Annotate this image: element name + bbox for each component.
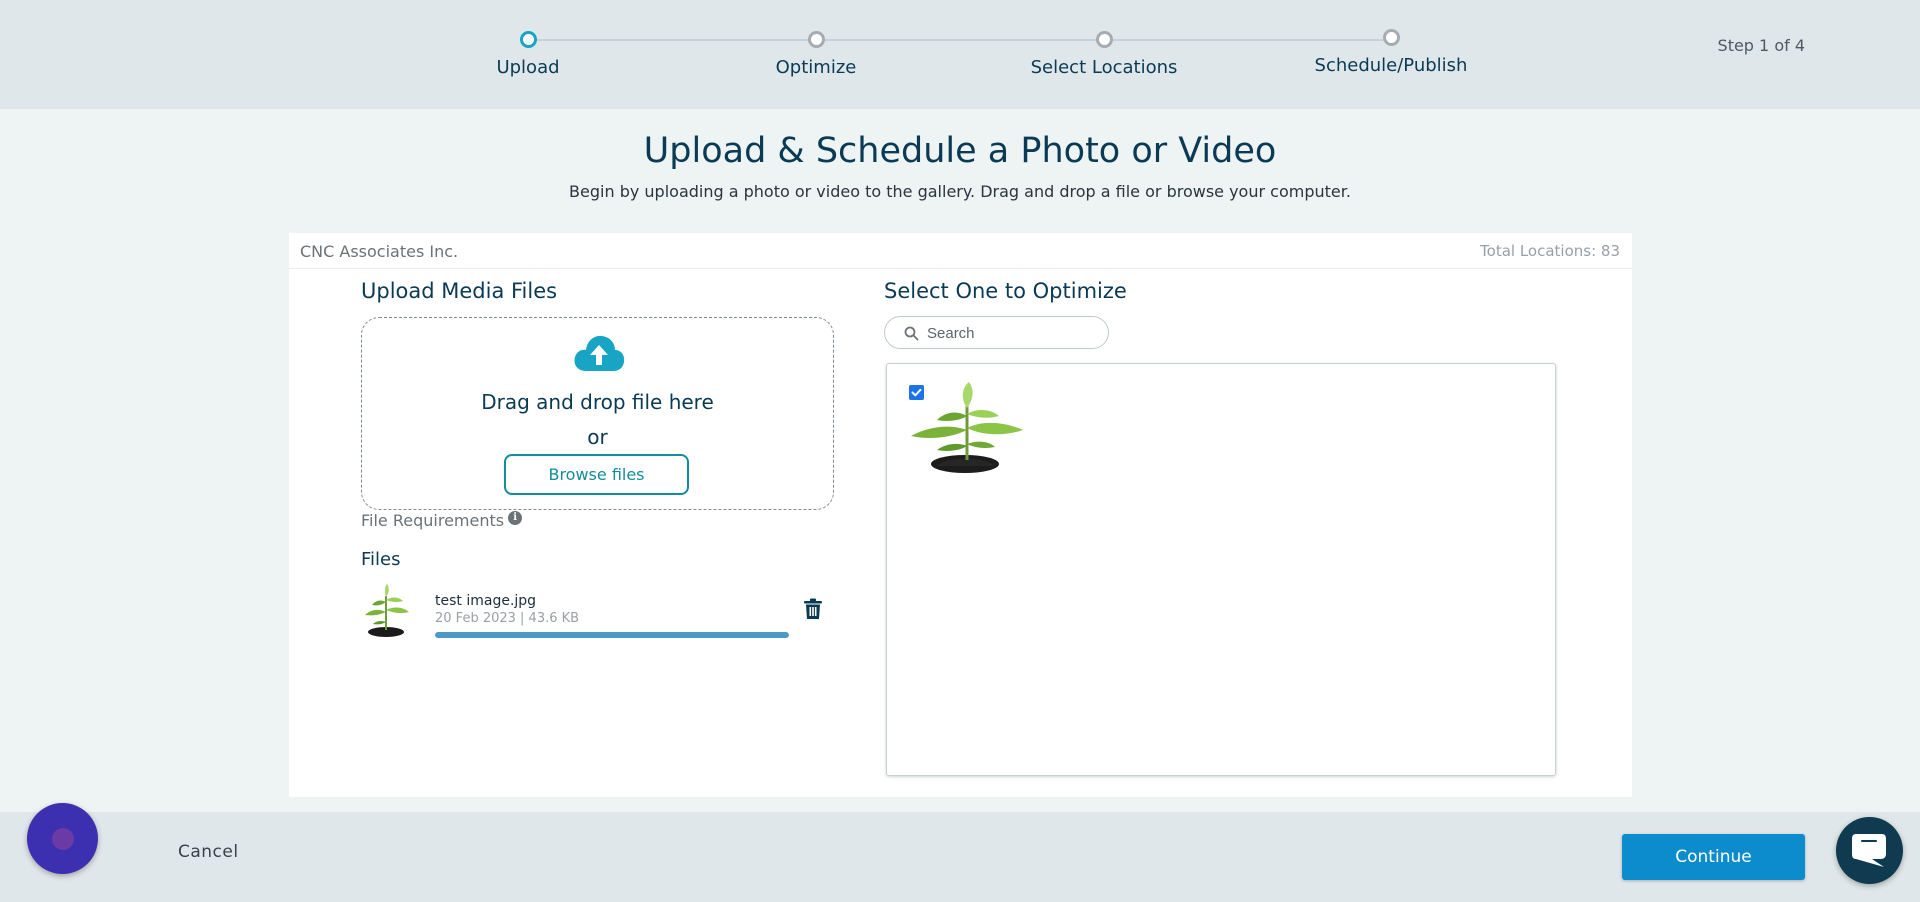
browse-files-button[interactable]: Browse files (504, 454, 689, 495)
continue-button[interactable]: Continue (1622, 834, 1805, 880)
organization-name: CNC Associates Inc. (300, 242, 459, 261)
checkmark-icon (911, 388, 922, 397)
card-header: CNC Associates Inc. Total Locations: 83 (289, 233, 1632, 269)
file-requirements-label: File Requirements (361, 511, 505, 530)
step-label: Upload (496, 57, 560, 78)
stepper-track (528, 39, 1392, 41)
file-meta: 20 Feb 2023 | 43.6 KB (435, 611, 580, 626)
chat-launcher-button[interactable] (1836, 817, 1903, 884)
step-optimize: Optimize (696, 31, 936, 78)
total-locations: Total Locations: 83 (1480, 242, 1620, 260)
chat-bubble-icon (1852, 834, 1886, 867)
step-counter: Step 1 of 4 (1717, 36, 1805, 55)
info-icon[interactable]: i (508, 511, 523, 525)
file-name: test image.jpg (435, 593, 537, 609)
trash-icon[interactable] (803, 598, 823, 620)
progress-stepper: Upload Optimize Select Locations Schedul… (0, 0, 1920, 109)
upload-progress-bar (435, 632, 789, 638)
page-subtitle: Begin by uploading a photo or video to t… (569, 182, 1351, 201)
cancel-button[interactable]: Cancel (178, 842, 239, 862)
upload-progress-fill (435, 632, 789, 638)
page-title: Upload & Schedule a Photo or Video (643, 131, 1277, 171)
step-indicator (1382, 29, 1400, 46)
step-upload: Upload (408, 31, 648, 78)
step-indicator (807, 31, 825, 48)
assistant-launcher-button[interactable] (27, 803, 98, 874)
upload-card: CNC Associates Inc. Total Locations: 83 … (289, 233, 1632, 797)
assistant-dot-icon (52, 828, 74, 850)
dropzone-or: or (587, 425, 608, 449)
search-input[interactable] (927, 322, 1097, 344)
step-indicator-active (519, 31, 537, 48)
footer-bar: Cancel Continue (0, 812, 1920, 902)
optimize-section-title: Select One to Optimize (884, 279, 1127, 303)
step-schedule-publish: Schedule/Publish (1271, 29, 1511, 76)
dropzone-text: Drag and drop file here (481, 390, 714, 414)
plant-thumbnail (365, 584, 409, 637)
select-checkbox[interactable] (909, 385, 924, 400)
plant-image-thumbnail[interactable] (907, 380, 1025, 477)
step-select-locations: Select Locations (984, 31, 1224, 78)
cloud-upload-icon (574, 335, 625, 371)
file-dropzone[interactable]: Drag and drop file here or Browse files (361, 317, 834, 510)
search-icon (904, 326, 919, 341)
step-label: Select Locations (1030, 57, 1178, 78)
upload-section-title: Upload Media Files (361, 279, 558, 303)
step-label: Schedule/Publish (1314, 55, 1468, 76)
step-label: Optimize (775, 57, 857, 78)
file-requirements[interactable]: File Requirements i (361, 511, 523, 530)
media-gallery (886, 363, 1556, 776)
files-title: Files (361, 549, 401, 570)
search-box (884, 316, 1109, 349)
step-indicator (1095, 31, 1113, 48)
